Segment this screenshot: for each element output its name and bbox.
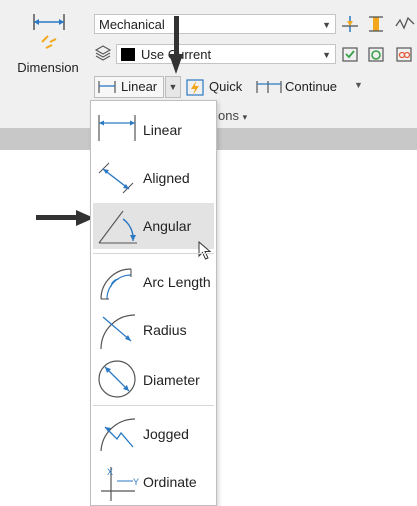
menu-item-diameter[interactable]: Diameter <box>93 355 214 401</box>
menu-item-label: Radius <box>143 322 187 338</box>
dimension-label: Dimension <box>17 60 79 75</box>
panel-title[interactable]: ons ▾ <box>218 108 247 123</box>
quick-dim-icon <box>186 79 204 96</box>
diameter-icon <box>98 360 136 398</box>
color-swatch <box>121 48 135 61</box>
dimstyle-value: Mechanical <box>99 17 165 32</box>
linear-dropdown-button[interactable]: ▼ <box>165 76 181 98</box>
chevron-down-icon: ▼ <box>322 50 331 60</box>
radius-icon <box>100 314 136 350</box>
chevron-down-icon[interactable]: ▼ <box>354 80 363 90</box>
dimension-button[interactable]: Dimension <box>8 6 88 86</box>
menu-item-label: Jogged <box>143 426 189 442</box>
linear-label: Linear <box>121 79 158 94</box>
angular-dim-icon <box>98 210 137 244</box>
dimension-type-menu: Linear Aligned Angular Arc Length Radius… <box>90 100 217 506</box>
menu-item-radius[interactable]: Radius <box>93 305 214 351</box>
linear-button[interactable]: Linear <box>94 76 164 98</box>
update-dim-icon[interactable] <box>366 44 386 64</box>
menu-item-label: Arc Length <box>143 274 211 290</box>
menu-item-jogged[interactable]: Jogged <box>93 409 214 455</box>
linear-dim-icon <box>98 115 136 141</box>
chevron-down-icon: ▼ <box>322 20 331 30</box>
menu-item-label: Ordinate <box>143 474 197 490</box>
menu-item-label: Aligned <box>143 170 190 186</box>
break-dim-icon[interactable] <box>394 44 414 64</box>
dimstyle-combo[interactable]: Mechanical ▼ <box>94 14 336 34</box>
menu-item-linear[interactable]: Linear <box>93 107 214 153</box>
menu-item-label: Linear <box>143 122 182 138</box>
down-arrow-annotation-icon <box>169 16 183 74</box>
menu-item-ordinate[interactable]: X Y Ordinate <box>93 457 214 503</box>
arc-length-icon <box>100 268 132 300</box>
layers-icon <box>94 45 112 61</box>
menu-separator <box>93 253 214 254</box>
continue-button[interactable]: Continue <box>285 79 337 94</box>
check-dim-icon[interactable] <box>340 44 360 64</box>
menu-item-arc-length[interactable]: Arc Length <box>93 257 214 303</box>
svg-text:X: X <box>107 467 113 477</box>
menu-separator <box>93 405 214 406</box>
menu-item-label: Diameter <box>143 372 200 388</box>
menu-item-angular[interactable]: Angular <box>93 203 214 249</box>
continue-dim-icon <box>256 81 282 93</box>
dim-tool-icon-1[interactable] <box>340 14 360 34</box>
dim-tool-icon-2[interactable] <box>366 14 386 34</box>
layer-combo[interactable]: Use Current ▼ <box>116 44 336 64</box>
jogged-icon <box>100 418 136 452</box>
menu-item-label: Angular <box>143 218 192 234</box>
svg-text:Y: Y <box>133 477 139 487</box>
chevron-down-icon: ▼ <box>168 82 178 92</box>
linear-dim-icon <box>98 81 116 93</box>
right-arrow-annotation-icon <box>36 210 94 226</box>
quick-button[interactable]: Quick <box>209 79 242 94</box>
dim-tool-icon-3[interactable] <box>394 14 416 34</box>
menu-item-aligned[interactable]: Aligned <box>93 155 214 201</box>
dimension-icon <box>33 14 65 49</box>
aligned-dim-icon <box>98 162 134 194</box>
ordinate-icon: X Y <box>101 467 139 501</box>
